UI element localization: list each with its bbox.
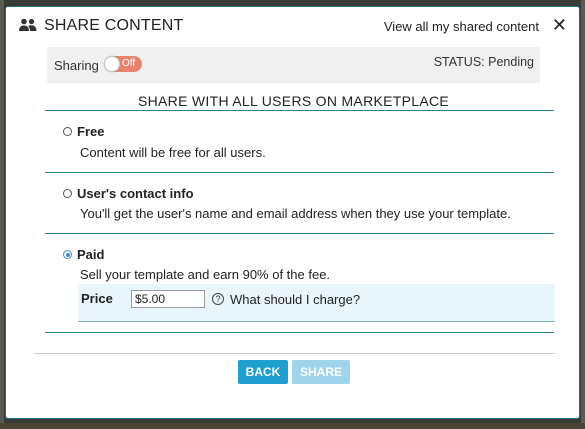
option-contact-info-description: You'll get the user's name and email add… xyxy=(80,206,511,221)
close-icon[interactable]: ✕ xyxy=(552,16,567,34)
sharing-bar: Sharing Off STATUS: Pending xyxy=(47,47,540,83)
option-contact-info-title[interactable]: User's contact info xyxy=(77,186,194,201)
radio-contact-info[interactable] xyxy=(63,189,72,198)
sharing-toggle[interactable]: Off xyxy=(104,56,142,72)
price-input[interactable] xyxy=(131,290,205,308)
backdrop-bottom xyxy=(0,423,585,429)
toggle-state-label: Off xyxy=(122,58,136,69)
price-label: Price xyxy=(81,291,113,306)
divider xyxy=(45,233,554,234)
toggle-knob xyxy=(104,56,120,72)
option-free-title[interactable]: Free xyxy=(77,124,104,139)
dialog-header: SHARE CONTENT View all my shared content… xyxy=(6,7,579,45)
footer-divider xyxy=(34,353,555,354)
backdrop-right xyxy=(581,0,585,429)
option-paid-description: Sell your template and earn 90% of the f… xyxy=(80,267,331,282)
dialog-title: SHARE CONTENT xyxy=(44,17,184,34)
share-content-dialog: SHARE CONTENT View all my shared content… xyxy=(5,6,580,419)
divider xyxy=(45,110,554,111)
status-text: STATUS: Pending xyxy=(433,55,534,69)
users-icon xyxy=(19,18,37,31)
divider xyxy=(45,332,554,333)
what-should-i-charge-link[interactable]: What should I charge? xyxy=(230,292,360,307)
marketplace-heading: SHARE WITH ALL USERS ON MARKETPLACE xyxy=(137,93,450,109)
share-button[interactable]: SHARE xyxy=(292,360,350,384)
sharing-label: Sharing xyxy=(54,58,99,73)
question-circle-icon[interactable]: ? xyxy=(212,293,224,305)
radio-paid[interactable] xyxy=(63,250,72,259)
backdrop-left xyxy=(0,0,4,429)
radio-free[interactable] xyxy=(63,127,72,136)
option-paid-title[interactable]: Paid xyxy=(77,247,104,262)
option-free-description: Content will be free for all users. xyxy=(80,145,266,160)
view-all-shared-link[interactable]: View all my shared content xyxy=(384,19,539,34)
back-button[interactable]: BACK xyxy=(238,360,288,384)
divider xyxy=(45,172,554,173)
price-row: Price ? What should I charge? xyxy=(78,284,555,322)
